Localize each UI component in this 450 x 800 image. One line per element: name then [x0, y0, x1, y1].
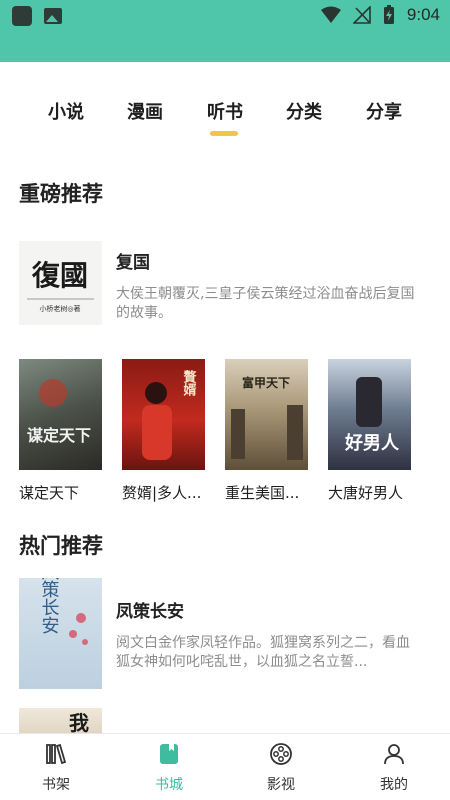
book-cover[interactable]: 復國 小桥老树◎著: [19, 241, 102, 325]
no-signal-icon: [352, 6, 371, 24]
book-cover[interactable]: 富甲天下: [225, 359, 308, 470]
active-tab-indicator: [210, 131, 238, 136]
tab-comics[interactable]: 漫画: [115, 98, 175, 124]
cover-title: 谋定天下: [27, 426, 91, 445]
profile-icon: [384, 744, 404, 765]
book-title[interactable]: 凤策长安: [116, 597, 184, 622]
book-cover[interactable]: 好男人: [328, 359, 411, 470]
nav-label: 书城: [155, 777, 183, 793]
cover-title: 好男人: [344, 432, 400, 454]
book-cover[interactable]: 凤策长安: [19, 578, 102, 689]
nav-bookstore[interactable]: 书城: [134, 742, 204, 794]
book-description: 大侯王朝覆灭,三皇子侯云策经过浴血奋战后复国的故事。: [116, 286, 415, 321]
battery-charging-icon: [383, 5, 394, 24]
film-reel-icon: [270, 743, 292, 765]
grid-book-title[interactable]: 重生美国...: [225, 482, 309, 503]
bookshelf-icon: [46, 743, 67, 765]
tab-novels[interactable]: 小说: [36, 98, 96, 124]
status-bar: 9:04: [0, 0, 450, 32]
status-time: 9:04: [406, 5, 440, 24]
header-band: [0, 32, 450, 62]
notification-app-icon: [12, 6, 32, 26]
nav-label: 我的: [380, 777, 408, 793]
book-cover[interactable]: 贅婿: [122, 359, 205, 470]
bottom-navigation: 书架 书城 影视 我的: [0, 733, 450, 800]
grid-book-title[interactable]: 大唐好男人: [328, 482, 412, 503]
grid-book-title[interactable]: 谋定天下: [19, 482, 103, 503]
bookstore-icon: [160, 744, 178, 764]
cover-title: 我: [69, 711, 89, 733]
section-title-featured: 重磅推荐: [19, 182, 103, 206]
tab-audiobooks[interactable]: 听书: [195, 98, 255, 124]
book-cover[interactable]: 谋定天下: [19, 359, 102, 470]
nav-bookshelf[interactable]: 书架: [21, 742, 91, 794]
image-notification-icon: [44, 8, 62, 24]
cover-title: 復國: [31, 259, 88, 292]
cover-author: 小桥老树◎著: [39, 304, 80, 313]
nav-film[interactable]: 影视: [246, 742, 316, 794]
nav-label: 影视: [267, 777, 295, 793]
nav-label: 书架: [42, 777, 70, 793]
book-cover[interactable]: 我: [19, 708, 102, 733]
book-title[interactable]: 复国: [116, 248, 150, 273]
cover-title: 贅婿: [181, 369, 198, 397]
section-title-hot: 热门推荐: [19, 534, 103, 558]
tab-categories[interactable]: 分类: [274, 98, 334, 124]
tab-share[interactable]: 分享: [354, 98, 414, 124]
cover-title: 富甲天下: [242, 375, 290, 390]
wifi-icon: [320, 6, 341, 23]
book-description: 阅文白金作家凤轻作品。狐狸窝系列之二，看血狐女神如何叱咤乱世，以血狐之名立誓..…: [116, 635, 410, 670]
grid-book-title[interactable]: 赘婿|多人...: [122, 482, 206, 503]
nav-profile[interactable]: 我的: [359, 742, 429, 794]
cover-title: 凤策长安: [39, 578, 60, 634]
